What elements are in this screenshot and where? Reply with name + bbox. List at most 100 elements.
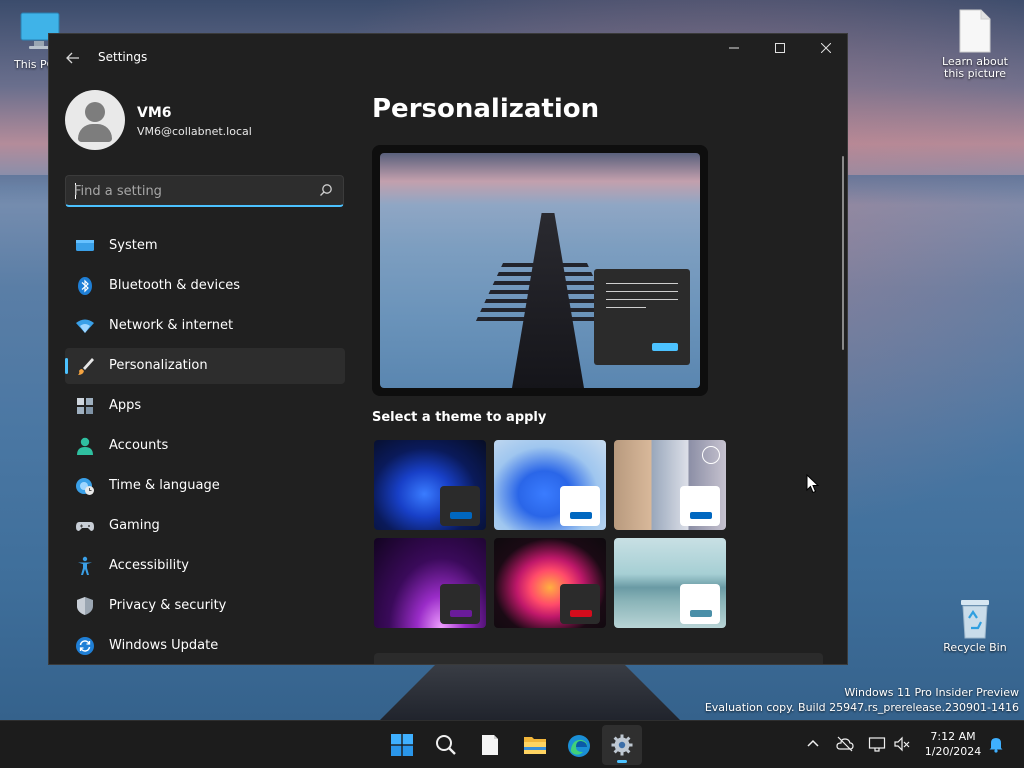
chevron-up-icon[interactable] [804,735,822,753]
gamepad-icon [76,522,94,531]
theme-windows-dark[interactable] [374,440,486,530]
sidebar-item-gaming[interactable]: Gaming [65,508,345,544]
preview-line [606,307,646,308]
globe-clock-icon [76,478,94,495]
sidebar-item-label: Personalization [109,358,208,373]
theme-accent-bar [690,610,712,617]
sidebar-item-accounts[interactable]: Accounts [65,428,345,464]
document-icon [959,9,991,53]
page-title: Personalization [372,94,600,124]
sidebar-item-network[interactable]: Network & internet [65,308,345,344]
preview-line [606,299,678,300]
settings-window: Settings VM6 VM6@collabnet.local Find a … [48,33,848,665]
theme-flow[interactable] [494,538,606,628]
slideshow-icon [702,446,720,464]
sidebar-item-label: Gaming [109,518,160,533]
sidebar-item-label: Network & internet [109,318,234,333]
theme-chip [560,584,600,624]
network-icon[interactable] [868,735,886,753]
cloud-offline-icon[interactable] [836,735,854,753]
wallpaper-preview-image [380,153,700,388]
sidebar-nav: System Bluetooth & devices Network & int… [65,228,345,664]
theme-chip [440,584,480,624]
sidebar-item-personalization[interactable]: Personalization [65,348,345,384]
accessibility-icon [78,556,92,575]
accounts-icon [77,437,93,455]
user-name: VM6 [137,105,172,121]
theme-accent-bar [450,610,472,617]
theme-glow-slideshow[interactable] [614,440,726,530]
avatar-body [78,124,112,142]
theme-accent-bar [690,512,712,519]
sidebar-item-apps[interactable]: Apps [65,388,345,424]
start-button[interactable] [382,725,422,765]
system-icon [76,240,94,251]
clock-time: 7:12 AM [930,730,976,743]
sidebar-item-accessibility[interactable]: Accessibility [65,548,345,584]
sidebar-item-bluetooth[interactable]: Bluetooth & devices [65,268,345,304]
theme-captured-motion[interactable] [374,538,486,628]
close-button[interactable] [803,34,847,66]
avatar-head [85,102,105,122]
folder-icon [524,737,546,754]
maximize-button[interactable] [757,34,803,66]
wifi-icon [76,319,94,333]
sidebar-item-windows-update[interactable]: Windows Update [65,628,345,664]
arrow-left-icon [66,52,79,64]
sidebar-item-label: Accessibility [109,558,189,573]
gear-icon [611,734,633,756]
taskbar-clock[interactable]: 7:12 AM 1/20/2024 [918,729,988,759]
theme-accent-bar [450,512,472,519]
user-profile[interactable]: VM6 VM6@collabnet.local [65,90,355,150]
close-icon [820,42,832,54]
theme-sunrise[interactable] [614,538,726,628]
minimize-button[interactable] [711,34,757,66]
file-explorer-button[interactable] [514,725,554,765]
desktop-icon-learn-about-picture[interactable]: Learn about this picture [938,8,1012,80]
sidebar-item-privacy-security[interactable]: Privacy & security [65,588,345,624]
theme-chip [440,486,480,526]
avatar[interactable] [65,90,125,150]
notepad-button[interactable] [470,725,510,765]
search-icon [436,735,456,755]
theme-chip [560,486,600,526]
sidebar-item-time-language[interactable]: Time & language [65,468,345,504]
desktop-icon-label: Learn about this picture [942,55,1008,80]
mouse-cursor-icon [806,474,820,494]
settings-button[interactable] [602,725,642,765]
apps-icon [77,398,93,414]
search-button[interactable] [426,725,466,765]
search-box[interactable] [65,175,344,207]
sidebar-item-label: Accounts [109,438,169,453]
window-title: Settings [98,50,148,64]
preview-line [606,291,678,292]
scrollbar-thumb[interactable] [842,156,844,350]
speaker-muted-icon[interactable] [893,735,911,753]
title-bar[interactable]: Settings [49,34,847,82]
notepad-icon [482,735,498,755]
back-button[interactable] [63,48,83,68]
theme-windows-light[interactable] [494,440,606,530]
watermark-build: Evaluation copy. Build 25947.rs_prerelea… [704,701,1019,714]
search-icon[interactable] [319,183,333,197]
search-input[interactable] [74,182,304,200]
sidebar-item-label: Apps [109,398,142,413]
theme-preview [372,145,708,396]
preview-line [606,283,678,284]
watermark-edition: Windows 11 Pro Insider Preview [844,686,1019,699]
notification-bell-icon[interactable] [987,735,1005,753]
user-email: VM6@collabnet.local [137,125,252,138]
desktop-icon-recycle-bin[interactable]: Recycle Bin [938,596,1012,654]
sidebar-item-system[interactable]: System [65,228,345,264]
sidebar-item-label: Privacy & security [109,598,227,613]
recycle-bin-icon [961,600,989,639]
sidebar-item-label: Bluetooth & devices [109,278,240,293]
minimize-icon [729,47,739,49]
active-app-indicator [617,760,627,763]
theme-chip [680,486,720,526]
sidebar-item-label: Windows Update [109,638,219,653]
clock-date: 1/20/2024 [924,745,982,758]
edge-button[interactable] [558,725,598,765]
settings-card-partial[interactable] [374,653,823,664]
theme-accent-bar [570,610,592,617]
